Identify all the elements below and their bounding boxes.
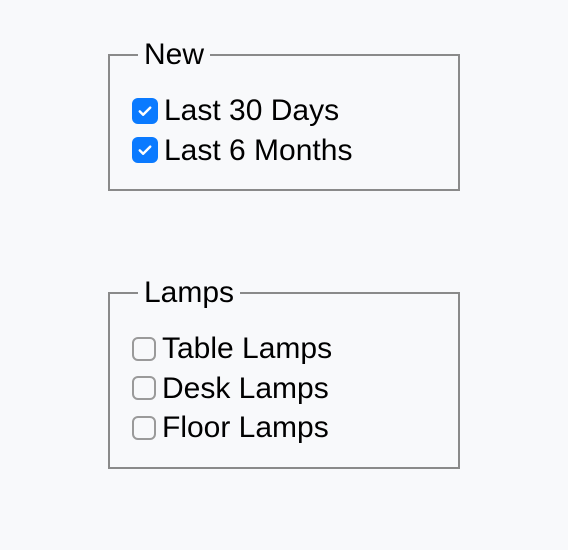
option-label: Floor Lamps <box>162 409 329 447</box>
fieldset-lamps: Lamps Table Lamps Desk Lamps Floor Lamps <box>108 276 460 469</box>
checkmark-icon <box>136 102 154 120</box>
option-desk-lamps[interactable]: Desk Lamps <box>132 370 440 408</box>
option-label: Last 30 Days <box>164 92 339 130</box>
option-label: Table Lamps <box>162 330 332 368</box>
fieldset-new: New Last 30 Days Last 6 Months <box>108 38 460 191</box>
option-last-30-days[interactable]: Last 30 Days <box>132 92 440 130</box>
option-table-lamps[interactable]: Table Lamps <box>132 330 440 368</box>
option-last-6-months[interactable]: Last 6 Months <box>132 132 440 170</box>
legend-lamps: Lamps <box>138 276 240 310</box>
option-label: Last 6 Months <box>164 132 352 170</box>
checkbox-table-lamps[interactable] <box>132 337 156 361</box>
checkbox-last-6-months[interactable] <box>132 137 158 163</box>
checkbox-desk-lamps[interactable] <box>132 376 156 400</box>
checkbox-floor-lamps[interactable] <box>132 416 156 440</box>
checkmark-icon <box>136 141 154 159</box>
legend-new: New <box>138 38 210 72</box>
option-floor-lamps[interactable]: Floor Lamps <box>132 409 440 447</box>
option-label: Desk Lamps <box>162 370 329 408</box>
checkbox-last-30-days[interactable] <box>132 98 158 124</box>
